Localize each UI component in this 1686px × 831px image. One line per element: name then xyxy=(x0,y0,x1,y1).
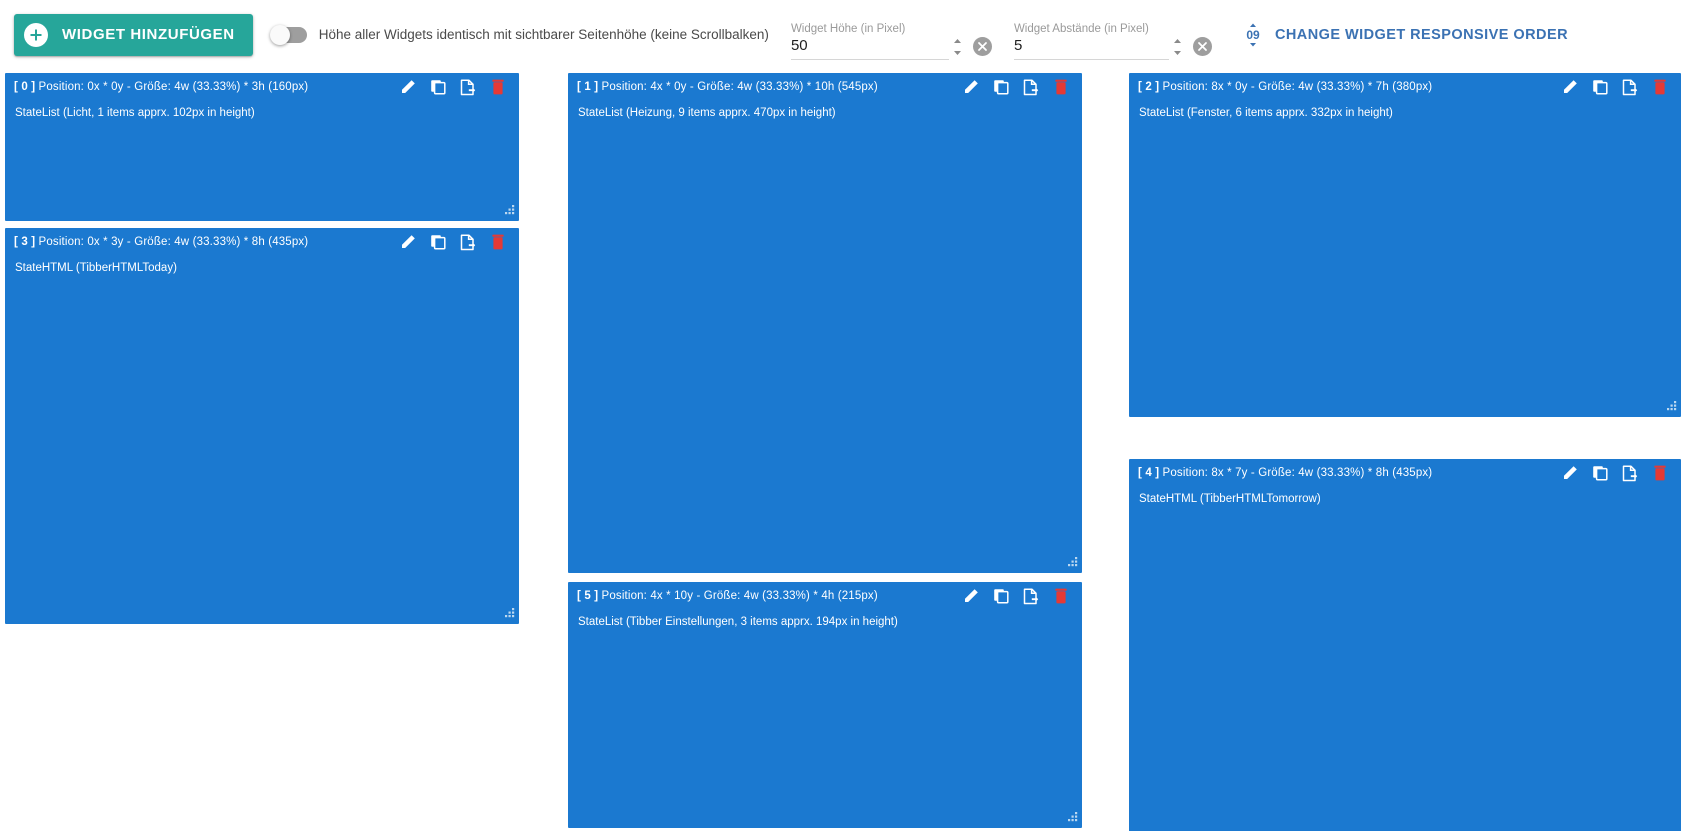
widget-gap-field: Widget Abstände (in Pixel) xyxy=(1013,9,1212,61)
resize-handle-icon[interactable] xyxy=(502,607,516,621)
widget-index: [ 1 ] xyxy=(577,81,599,93)
duplicate-icon[interactable] xyxy=(986,583,1016,609)
widget-title: [ 3 ] Position: 0x * 3y - Größe: 4w (33.… xyxy=(14,236,308,248)
duplicate-icon[interactable] xyxy=(423,74,453,100)
widget-index: [ 0 ] xyxy=(14,81,36,93)
export-icon[interactable] xyxy=(1016,583,1046,609)
resize-handle-icon[interactable] xyxy=(1664,400,1678,414)
widget-body-text: StateList (Tibber Einstellungen, 3 items… xyxy=(578,616,898,628)
widget-gap-input[interactable] xyxy=(1013,37,1169,60)
export-icon[interactable] xyxy=(1615,460,1645,486)
svg-text:09: 09 xyxy=(1246,28,1260,42)
add-widget-label: WIDGET HINZUFÜGEN xyxy=(62,26,235,43)
widget-body-text: StateList (Heizung, 9 items apprx. 470px… xyxy=(578,107,836,119)
duplicate-icon[interactable] xyxy=(423,229,453,255)
delete-icon[interactable] xyxy=(1046,583,1076,609)
duplicate-icon[interactable] xyxy=(1585,460,1615,486)
widget-actions xyxy=(393,229,513,255)
widget-index: [ 2 ] xyxy=(1138,81,1160,93)
widget-title: [ 5 ] Position: 4x * 10y - Größe: 4w (33… xyxy=(577,590,878,602)
widget-header: [ 2 ] Position: 8x * 0y - Größe: 4w (33.… xyxy=(1129,73,1681,101)
widget-body-text: StateHTML (TibberHTMLToday) xyxy=(15,262,177,274)
widget-position-size: Position: 4x * 10y - Größe: 4w (33.33%) … xyxy=(598,590,878,602)
export-icon[interactable] xyxy=(453,229,483,255)
resize-handle-icon[interactable] xyxy=(1065,811,1079,825)
spinner-up-down-icon[interactable] xyxy=(1171,37,1184,57)
edit-icon[interactable] xyxy=(956,74,986,100)
edit-icon[interactable] xyxy=(956,583,986,609)
widget-position-size: Position: 0x * 0y - Größe: 4w (33.33%) *… xyxy=(35,81,309,93)
export-icon[interactable] xyxy=(1016,74,1046,100)
widget-title: [ 4 ] Position: 8x * 7y - Größe: 4w (33.… xyxy=(1138,467,1432,479)
widget-body-text: StateHTML (TibberHTMLTomorrow) xyxy=(1139,493,1321,505)
widget-height-clear-button[interactable] xyxy=(972,37,992,56)
delete-icon[interactable] xyxy=(1645,74,1675,100)
widget-header: [ 4 ] Position: 8x * 7y - Größe: 4w (33.… xyxy=(1129,459,1681,487)
widget-gap-label: Widget Abstände (in Pixel) xyxy=(1013,22,1149,35)
widget-gap-row xyxy=(1013,37,1212,61)
widget-height-row xyxy=(790,37,992,61)
export-icon[interactable] xyxy=(1615,74,1645,100)
widget-actions xyxy=(393,74,513,100)
widget-position-size: Position: 0x * 3y - Größe: 4w (33.33%) *… xyxy=(35,236,309,248)
spinner-up-down-icon[interactable] xyxy=(951,37,964,57)
widget-position-size: Position: 8x * 0y - Größe: 4w (33.33%) *… xyxy=(1159,81,1433,93)
change-responsive-order-label: CHANGE WIDGET RESPONSIVE ORDER xyxy=(1274,26,1568,43)
delete-icon[interactable] xyxy=(483,74,513,100)
resize-handle-icon[interactable] xyxy=(502,204,516,218)
uniform-height-toggle-label: Höhe aller Widgets identisch mit sichtba… xyxy=(318,27,769,42)
widget-title: [ 2 ] Position: 8x * 0y - Größe: 4w (33.… xyxy=(1138,81,1432,93)
widget-header: [ 0 ] Position: 0x * 0y - Größe: 4w (33.… xyxy=(5,73,519,101)
widget-title: [ 0 ] Position: 0x * 0y - Größe: 4w (33.… xyxy=(14,81,308,93)
widget-actions xyxy=(956,583,1076,609)
number-order-icon: 09 xyxy=(1242,22,1264,48)
widget-header: [ 1 ] Position: 4x * 0y - Größe: 4w (33.… xyxy=(568,73,1082,101)
resize-handle-icon[interactable] xyxy=(1065,556,1079,570)
widget-position-size: Position: 4x * 0y - Größe: 4w (33.33%) *… xyxy=(598,81,878,93)
plus-circle-icon xyxy=(24,22,48,47)
duplicate-icon[interactable] xyxy=(1585,74,1615,100)
export-icon[interactable] xyxy=(453,74,483,100)
edit-icon[interactable] xyxy=(1555,74,1585,100)
edit-icon[interactable] xyxy=(393,229,423,255)
widget-body-text: StateList (Licht, 1 items apprx. 102px i… xyxy=(15,107,255,119)
widget-card[interactable]: [ 4 ] Position: 8x * 7y - Größe: 4w (33.… xyxy=(1127,457,1683,831)
widget-layout-editor: WIDGET HINZUFÜGEN Höhe aller Widgets ide… xyxy=(0,0,1686,831)
widget-actions xyxy=(1555,460,1675,486)
widget-height-input[interactable] xyxy=(790,37,949,60)
edit-icon[interactable] xyxy=(393,74,423,100)
widget-body-text: StateList (Fenster, 6 items apprx. 332px… xyxy=(1139,107,1393,119)
widget-height-field: Widget Höhe (in Pixel) xyxy=(790,9,992,61)
widget-index: [ 5 ] xyxy=(577,590,599,602)
toolbar: WIDGET HINZUFÜGEN Höhe aller Widgets ide… xyxy=(0,0,1686,69)
edit-icon[interactable] xyxy=(1555,460,1585,486)
widget-card[interactable]: [ 1 ] Position: 4x * 0y - Größe: 4w (33.… xyxy=(566,71,1084,575)
widget-header: [ 5 ] Position: 4x * 10y - Größe: 4w (33… xyxy=(568,582,1082,610)
widget-index: [ 3 ] xyxy=(14,236,36,248)
widget-position-size: Position: 8x * 7y - Größe: 4w (33.33%) *… xyxy=(1159,467,1433,479)
duplicate-icon[interactable] xyxy=(986,74,1016,100)
widget-gap-clear-button[interactable] xyxy=(1192,37,1212,56)
widget-card[interactable]: [ 0 ] Position: 0x * 0y - Größe: 4w (33.… xyxy=(3,71,521,223)
widget-card[interactable]: [ 3 ] Position: 0x * 3y - Größe: 4w (33.… xyxy=(3,226,521,626)
widget-header: [ 3 ] Position: 0x * 3y - Größe: 4w (33.… xyxy=(5,228,519,256)
uniform-height-toggle-group: Höhe aller Widgets identisch mit sichtba… xyxy=(269,24,769,45)
uniform-height-toggle[interactable] xyxy=(269,24,307,45)
widget-card[interactable]: [ 2 ] Position: 8x * 0y - Größe: 4w (33.… xyxy=(1127,71,1683,419)
widget-title: [ 1 ] Position: 4x * 0y - Größe: 4w (33.… xyxy=(577,81,878,93)
delete-icon[interactable] xyxy=(1645,460,1675,486)
delete-icon[interactable] xyxy=(1046,74,1076,100)
widget-height-label: Widget Höhe (in Pixel) xyxy=(790,22,906,35)
widget-grid: [ 0 ] Position: 0x * 0y - Größe: 4w (33.… xyxy=(0,69,1686,831)
widget-index: [ 4 ] xyxy=(1138,467,1160,479)
change-responsive-order-button[interactable]: 09 CHANGE WIDGET RESPONSIVE ORDER xyxy=(1242,22,1568,48)
widget-actions xyxy=(1555,74,1675,100)
toggle-knob xyxy=(269,24,290,45)
widget-card[interactable]: [ 5 ] Position: 4x * 10y - Größe: 4w (33… xyxy=(566,580,1084,830)
widget-actions xyxy=(956,74,1076,100)
add-widget-button[interactable]: WIDGET HINZUFÜGEN xyxy=(14,13,253,56)
delete-icon[interactable] xyxy=(483,229,513,255)
